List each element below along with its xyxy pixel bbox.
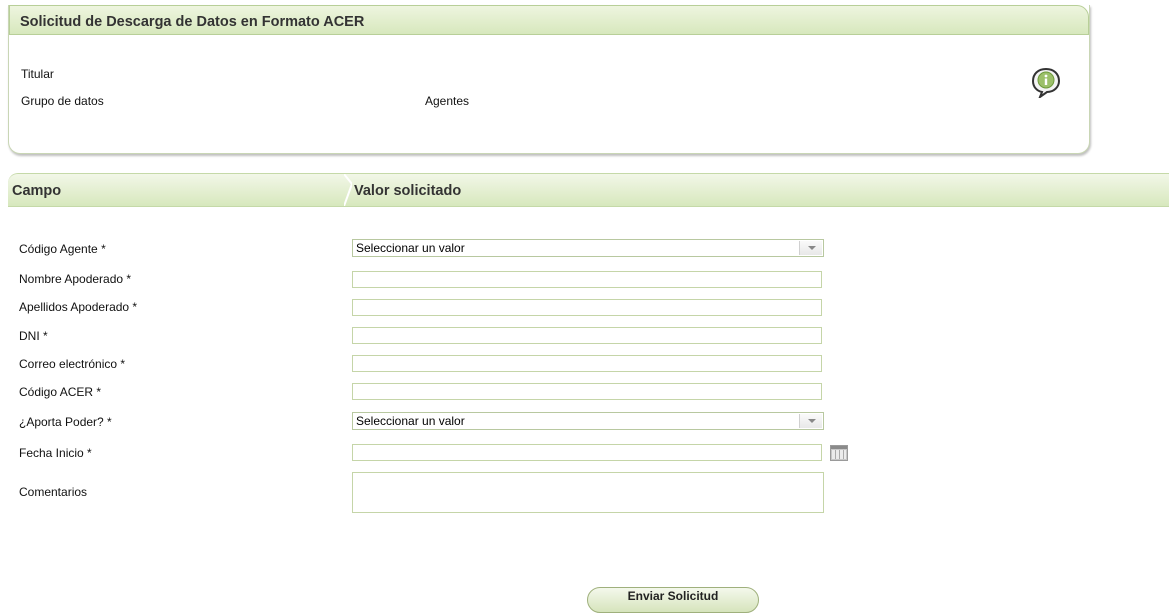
request-info-panel: Solicitud de Descarga de Datos en Format… — [8, 5, 1090, 154]
column-divider — [344, 174, 352, 206]
codigo-agente-selected-value: Seleccionar un valor — [356, 241, 465, 255]
codigo-acer-label: Código ACER * — [19, 385, 102, 399]
nombre-apoderado-label: Nombre Apoderado * — [19, 272, 132, 286]
aporta-poder-label: ¿Aporta Poder? * — [19, 415, 112, 429]
codigo-acer-input[interactable] — [352, 383, 822, 400]
enviar-solicitud-button[interactable]: Enviar Solicitud — [587, 587, 759, 613]
grupo-datos-value: Agentes — [425, 94, 470, 108]
fecha-inicio-input[interactable] — [352, 444, 822, 461]
panel-title: Solicitud de Descarga de Datos en Format… — [20, 14, 365, 30]
column-header-valor: Valor solicitado — [354, 183, 462, 199]
aporta-poder-select[interactable]: Seleccionar un valor — [352, 412, 824, 430]
codigo-agente-select[interactable]: Seleccionar un valor — [352, 239, 824, 257]
codigo-agente-label: Código Agente * — [19, 242, 106, 256]
panel-header: Solicitud de Descarga de Datos en Format… — [9, 5, 1089, 35]
aporta-poder-selected-value: Seleccionar un valor — [356, 414, 465, 428]
nombre-apoderado-input[interactable] — [352, 271, 822, 288]
correo-input[interactable] — [352, 355, 822, 372]
comentarios-textarea[interactable] — [352, 472, 824, 513]
dni-input[interactable] — [352, 327, 822, 344]
apellidos-apoderado-input[interactable] — [352, 299, 822, 316]
grupo-datos-label: Grupo de datos — [21, 94, 104, 108]
comentarios-label: Comentarios — [19, 485, 88, 499]
apellidos-apoderado-label: Apellidos Apoderado * — [19, 300, 138, 314]
calendar-icon[interactable] — [830, 445, 848, 461]
chevron-down-icon[interactable] — [799, 241, 822, 255]
fecha-inicio-label: Fecha Inicio * — [19, 446, 92, 460]
titular-label: Titular — [21, 67, 54, 81]
correo-label: Correo electrónico * — [19, 357, 126, 371]
info-icon[interactable] — [1030, 66, 1062, 98]
chevron-down-icon[interactable] — [799, 414, 822, 428]
form-grid-header: Campo Valor solicitado — [8, 173, 1169, 207]
dni-label: DNI * — [19, 329, 48, 343]
column-header-campo: Campo — [12, 183, 62, 199]
